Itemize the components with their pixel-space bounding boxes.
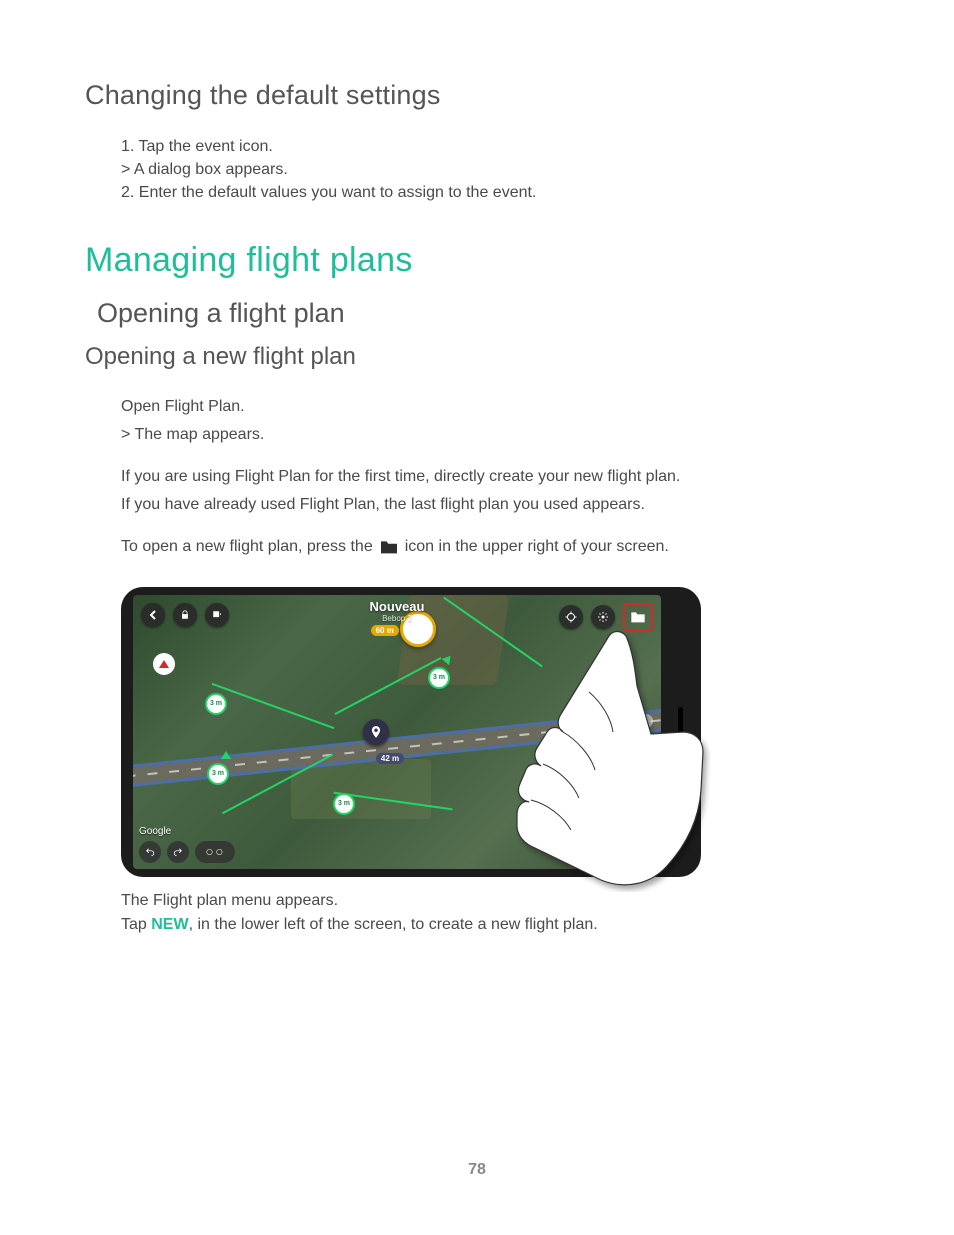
- body-p2: > The map appears.: [121, 423, 869, 447]
- heading-changing-defaults: Changing the default settings: [85, 80, 869, 111]
- phone-frame: 60 m 3 m 3 m 3 m 3 m 42 m: [121, 587, 701, 877]
- caption-line2: Tap NEW, in the lower left of the screen…: [121, 913, 869, 937]
- caption-line2-post: , in the lower left of the screen, to cr…: [189, 916, 598, 933]
- waypoint[interactable]: 3 m: [205, 693, 227, 715]
- redo-button[interactable]: [167, 841, 189, 863]
- body-text: Open Flight Plan. > The map appears. If …: [121, 395, 869, 559]
- figure-caption: The Flight plan menu appears. Tap NEW, i…: [121, 889, 869, 937]
- heading-opening-flight-plan: Opening a flight plan: [97, 298, 869, 329]
- body-p1: Open Flight Plan.: [121, 395, 869, 419]
- caption-line2-pre: Tap: [121, 916, 151, 933]
- play-button[interactable]: [627, 835, 653, 861]
- gear-icon: [597, 611, 609, 623]
- app-screen: 60 m 3 m 3 m 3 m 3 m 42 m: [133, 595, 661, 869]
- body-p5-post: icon in the upper right of your screen.: [405, 535, 669, 559]
- page-number: 78: [0, 1161, 954, 1179]
- step-note: > A dialog box appears.: [121, 158, 869, 181]
- settings-button[interactable]: [591, 605, 615, 629]
- warning-icon: [153, 653, 175, 675]
- timeline-button[interactable]: [195, 841, 235, 863]
- waypoint-label: 3 m: [210, 700, 222, 707]
- body-p5: To open a new flight plan, press the ico…: [121, 535, 869, 559]
- redo-icon: [173, 847, 183, 857]
- caption-line1: The Flight plan menu appears.: [121, 889, 869, 913]
- crosshair-icon: [565, 611, 577, 623]
- phone-camera: [669, 833, 677, 841]
- edit-icon: [212, 610, 222, 620]
- caption-new-label: NEW: [151, 916, 188, 933]
- bottom-toolbar: [139, 841, 655, 863]
- distance-badge: 42 m: [376, 753, 404, 764]
- step-1: 1. Tap the event icon.: [121, 135, 869, 158]
- flight-path: [212, 682, 335, 728]
- lock-icon: [180, 610, 190, 620]
- app-screenshot-figure: 60 m 3 m 3 m 3 m 3 m 42 m: [121, 587, 701, 877]
- waypoint[interactable]: 3 m: [207, 763, 229, 785]
- folder-icon: [630, 610, 646, 624]
- altitude-badge: 60 m: [371, 625, 399, 636]
- chevron-left-icon: [148, 610, 158, 620]
- edit-button[interactable]: [205, 603, 229, 627]
- folder-icon: [379, 539, 399, 555]
- slider-handle-top[interactable]: [639, 714, 653, 728]
- plan-subtitle: Bebop 2: [370, 614, 425, 623]
- heading-managing-flight-plans: Managing flight plans: [85, 241, 869, 280]
- undo-icon: [145, 847, 155, 857]
- locate-button[interactable]: [559, 605, 583, 629]
- plan-title: Nouveau: [370, 599, 425, 614]
- folder-button-highlight[interactable]: [623, 603, 653, 631]
- text-cursor-icon: I: [644, 758, 647, 772]
- waypoint-label: 3 m: [212, 770, 224, 777]
- map-field: [291, 759, 431, 819]
- waypoint-label: 3 m: [338, 800, 350, 807]
- back-button[interactable]: [141, 603, 165, 627]
- top-right-toolbar: [559, 603, 653, 631]
- waypoint-label: 3 m: [433, 674, 445, 681]
- waypoint[interactable]: 3 m: [428, 667, 450, 689]
- flight-path: [335, 657, 442, 715]
- body-p5-pre: To open a new flight plan, press the: [121, 535, 373, 559]
- steps-list: 1. Tap the event icon. > A dialog box ap…: [121, 135, 869, 205]
- phone-speaker: [678, 707, 683, 757]
- heading-opening-new-flight-plan: Opening a new flight plan: [85, 343, 869, 371]
- timeline-icon: [204, 847, 226, 857]
- lock-button[interactable]: [173, 603, 197, 627]
- step-2: 2. Enter the default values you want to …: [121, 181, 869, 204]
- undo-button[interactable]: [139, 841, 161, 863]
- map-attribution: Google: [139, 826, 171, 837]
- altitude-slider[interactable]: I: [639, 714, 653, 772]
- body-p4: If you have already used Flight Plan, th…: [121, 493, 869, 517]
- waypoint[interactable]: 3 m: [333, 793, 355, 815]
- plan-title-area: Nouveau Bebop 2: [370, 599, 425, 623]
- location-pin-icon[interactable]: [363, 719, 389, 745]
- direction-arrow-icon: [221, 751, 231, 759]
- top-left-toolbar: [141, 603, 229, 627]
- body-p3: If you are using Flight Plan for the fir…: [121, 465, 869, 489]
